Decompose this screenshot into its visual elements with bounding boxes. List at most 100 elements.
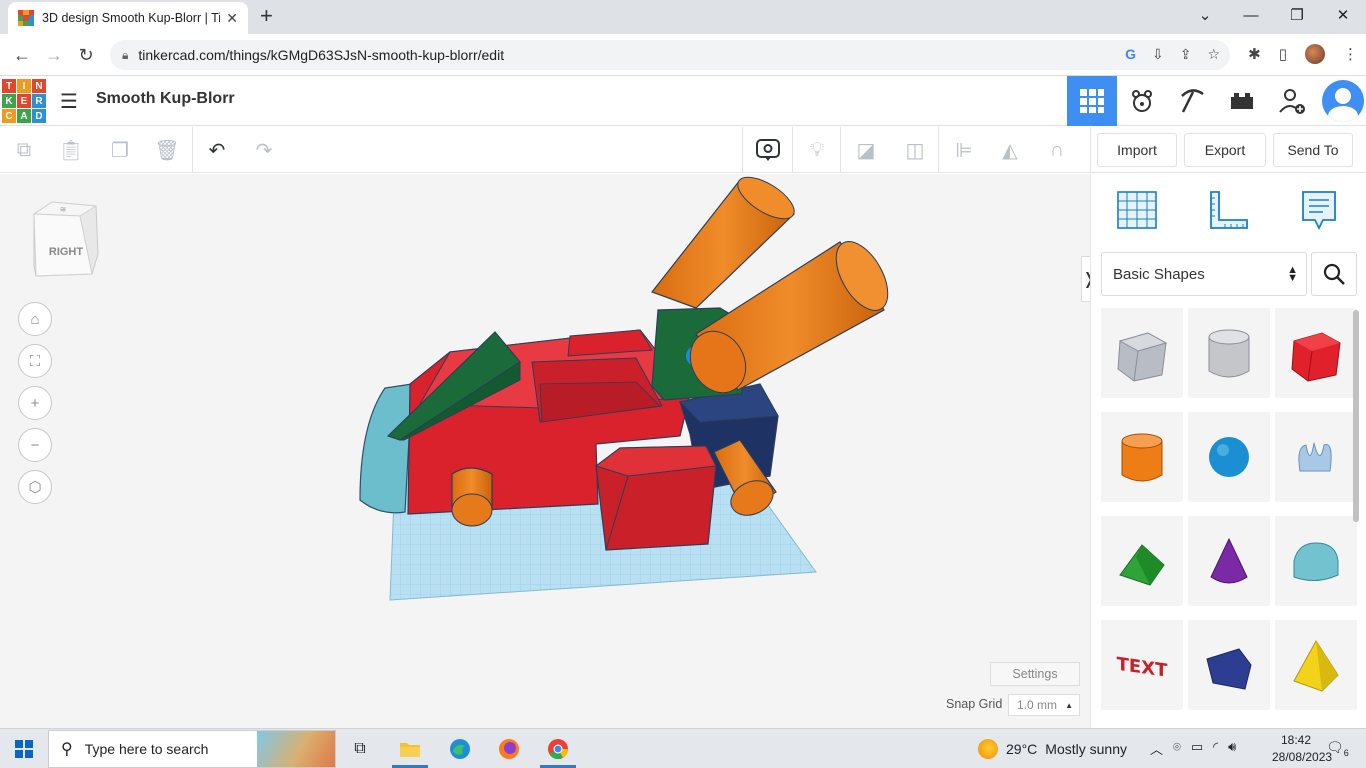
user-avatar[interactable] (1322, 80, 1364, 122)
tinkercad-logo[interactable]: TINKERCAD (2, 79, 46, 123)
paste-icon[interactable]: 📋︎ (56, 135, 86, 165)
undo-icon[interactable]: ↶ (202, 135, 232, 165)
bricks-view-button[interactable] (1217, 76, 1267, 126)
settings-button[interactable]: Settings (990, 662, 1080, 686)
duplicate-icon[interactable]: ❐ (105, 135, 135, 165)
align-icon[interactable]: ⊫ (949, 135, 979, 165)
roof-shape-icon (1112, 531, 1172, 591)
side-panel-icon[interactable]: ▯ (1279, 45, 1287, 63)
orange-cylinder-front-left[interactable] (452, 468, 492, 526)
text-shape-icon: TEXT (1112, 635, 1172, 695)
tab-close-icon[interactable]: ✕ (226, 10, 238, 27)
google-icon[interactable]: G (1125, 46, 1136, 63)
box-shape-tile[interactable] (1275, 308, 1357, 398)
logo-letter: C (2, 109, 16, 123)
install-app-icon[interactable]: ⇩ (1152, 46, 1164, 63)
add-user-icon (1277, 86, 1307, 116)
roof-shape-tile[interactable] (1101, 516, 1183, 606)
extensions-icon[interactable]: ✱ (1248, 45, 1261, 63)
brick-icon (1227, 86, 1257, 116)
meet-now-icon[interactable]: ⌾ (1173, 739, 1181, 758)
cone-shape-tile[interactable] (1188, 516, 1270, 606)
workplane-icon[interactable] (1115, 188, 1159, 232)
invite-user-button[interactable] (1267, 76, 1317, 126)
minimize-button[interactable]: — (1228, 0, 1274, 30)
redo-icon[interactable]: ↷ (249, 135, 279, 165)
logo-letter: A (17, 109, 31, 123)
shape-category-value: Basic Shapes (1113, 266, 1205, 283)
import-button[interactable]: Import (1097, 133, 1177, 167)
workplane-viewport[interactable]: ≋ RIGHT ⌂ ⛶ + − ⬡ (0, 174, 1090, 728)
blocks-view-button[interactable] (1117, 76, 1167, 126)
snap-grid-select[interactable]: 1.0 mm ▲ (1008, 694, 1080, 716)
battery-icon[interactable]: ▭ (1191, 739, 1203, 758)
browser-profile-icon[interactable] (1305, 44, 1325, 64)
weather-widget[interactable]: 29°C Mostly sunny (978, 739, 1127, 759)
address-bar: ← → ↻ 🔒︎ tinkercad.com/things/kGMgD63SJs… (0, 34, 1366, 76)
wifi-icon[interactable]: ◜ (1213, 739, 1218, 758)
reload-icon[interactable]: ↻ (74, 43, 98, 67)
copy-icon[interactable]: ⧉ (9, 135, 39, 165)
taskbar-search-box[interactable]: ⚲ Type here to search (48, 730, 336, 768)
polygon-shape-tile[interactable] (1188, 620, 1270, 710)
app-header: TINKERCAD ☰ Smooth Kup-Blorr (0, 76, 1366, 126)
ruler-icon[interactable] (1207, 188, 1251, 232)
ungroup-icon[interactable]: ◫ (900, 135, 930, 165)
tray-chevron-icon[interactable]: ︿ (1150, 739, 1163, 758)
mirror-icon[interactable]: ◭ (995, 135, 1025, 165)
pickaxe-icon (1177, 86, 1207, 116)
file-explorer-icon[interactable] (396, 735, 424, 763)
back-icon[interactable]: ← (10, 43, 34, 67)
show-all-icon[interactable] (753, 135, 783, 165)
round-roof-shape-tile[interactable] (1275, 516, 1357, 606)
pyramid-shape-tile[interactable] (1275, 620, 1357, 710)
teal-half-cylinder[interactable] (360, 384, 412, 513)
share-icon[interactable]: ⇪ (1180, 46, 1192, 63)
minecraft-view-button[interactable] (1167, 76, 1217, 126)
task-view-icon[interactable]: ⧉ (346, 735, 374, 763)
notification-center-icon[interactable]: 🗨︎6 (1326, 739, 1349, 758)
3d-scene[interactable] (0, 174, 1090, 728)
export-button[interactable]: Export (1184, 133, 1266, 167)
system-clock[interactable]: 18:42 28/08/2023 (1272, 732, 1320, 766)
tab-search-icon[interactable]: ⌄ (1182, 0, 1228, 30)
windows-start-icon[interactable] (10, 735, 38, 763)
chrome-menu-icon[interactable]: ⋮ (1343, 45, 1358, 63)
restore-button[interactable]: ❐ (1274, 0, 1320, 30)
browser-tab-strip: 3D design Smooth Kup-Blorr | Tin ✕ + ⌄ —… (0, 0, 1366, 34)
logo-letter: R (32, 94, 46, 108)
firefox-icon[interactable] (495, 735, 523, 763)
browser-tab[interactable]: 3D design Smooth Kup-Blorr | Tin ✕ (8, 2, 248, 34)
notes-lightbulb-icon[interactable]: 💡︎ (802, 135, 832, 165)
shapes-panel: Basic Shapes ▲▼ TEXT (1090, 174, 1366, 728)
scribble-shape-tile[interactable] (1275, 412, 1357, 502)
close-window-button[interactable]: ✕ (1320, 0, 1366, 30)
group-icon[interactable]: ◪ (851, 135, 881, 165)
cruise-icon[interactable]: ∩ (1042, 135, 1072, 165)
red-front-box[interactable] (596, 446, 716, 550)
delete-icon[interactable]: 🗑︎ (152, 135, 182, 165)
bear-icon (1127, 86, 1157, 116)
text-shape-tile[interactable]: TEXT (1101, 620, 1183, 710)
forward-icon[interactable]: → (42, 43, 66, 67)
volume-icon[interactable]: 🔊︎ (1228, 739, 1236, 758)
shape-category-select[interactable]: Basic Shapes ▲▼ (1101, 252, 1307, 296)
panel-scrollbar[interactable] (1353, 310, 1359, 522)
send-to-button[interactable]: Send To (1273, 133, 1353, 167)
cylinder-shape-tile[interactable] (1101, 412, 1183, 502)
sphere-shape-tile[interactable] (1188, 412, 1270, 502)
design-title[interactable]: Smooth Kup-Blorr (96, 90, 235, 108)
url-input[interactable]: 🔒︎ tinkercad.com/things/kGMgD63SJsN-smoo… (110, 40, 1230, 70)
box-hole-shape-tile[interactable] (1101, 308, 1183, 398)
edge-browser-icon[interactable] (446, 735, 474, 763)
notes-icon[interactable] (1297, 188, 1341, 232)
caret-up-icon: ▲ (1065, 701, 1073, 710)
new-tab-button[interactable]: + (260, 6, 273, 26)
design-list-icon[interactable]: ☰ (60, 89, 78, 114)
shape-search-button[interactable] (1311, 252, 1357, 296)
chrome-icon[interactable] (544, 735, 572, 763)
cylinder-hole-shape-tile[interactable] (1188, 308, 1270, 398)
bookmark-star-icon[interactable]: ☆ (1207, 46, 1220, 63)
3d-design-view-button[interactable] (1067, 76, 1117, 126)
logo-letter: D (32, 109, 46, 123)
